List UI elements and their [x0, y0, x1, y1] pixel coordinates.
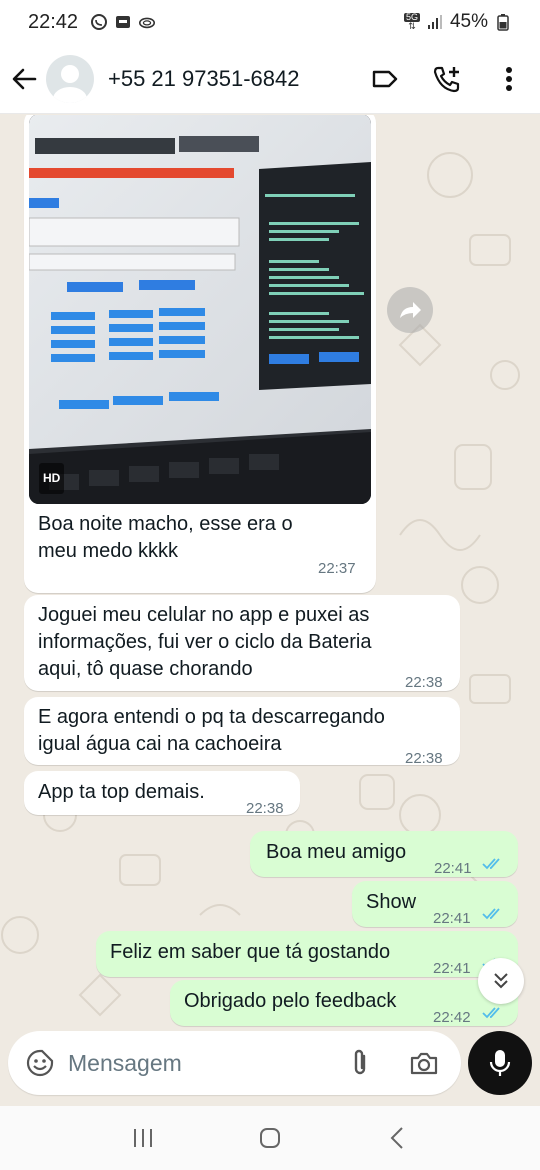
more-vertical-icon[interactable]: [478, 54, 540, 104]
battery-percent: 45%: [449, 11, 488, 32]
message-composer: [8, 1031, 461, 1095]
chat-header: +55 21 97351-6842: [0, 44, 540, 114]
back-arrow-icon[interactable]: [10, 65, 38, 93]
read-ticks-icon: [482, 1007, 500, 1019]
chat-area[interactable]: HD Boa noite macho, esse era o meu medo …: [0, 115, 540, 1035]
battery-icon: [494, 13, 512, 31]
message-input[interactable]: [68, 1049, 338, 1077]
message-time: 22:38: [405, 750, 443, 767]
message-bubble-outgoing[interactable]: Show 22:41: [352, 881, 518, 927]
read-ticks-icon: [482, 858, 500, 870]
message-bubble[interactable]: App ta top demais. 22:38: [24, 771, 300, 817]
message-text: Boa noite macho, esse era o meu medo kkk…: [38, 513, 293, 562]
cloud-status-icon: [138, 13, 156, 31]
microphone-icon: [489, 1050, 511, 1076]
sim-card-icon: [114, 13, 132, 31]
message-time: 22:38: [405, 674, 443, 691]
avatar[interactable]: [46, 54, 94, 103]
message-bubble[interactable]: E agora entendi o pq ta descarregando ig…: [24, 697, 460, 767]
contact-name[interactable]: +55 21 97351-6842: [108, 66, 299, 92]
scroll-down-button[interactable]: [478, 958, 524, 1004]
recent-apps-icon[interactable]: [113, 1113, 173, 1163]
status-time: 22:42: [28, 10, 79, 33]
photo-message[interactable]: HD Boa noite macho, esse era o meu medo …: [24, 115, 376, 593]
sticker-emoji-icon[interactable]: [12, 1035, 68, 1091]
message-text: Feliz em saber que tá gostando: [110, 941, 391, 963]
back-nav-icon[interactable]: [367, 1113, 427, 1163]
read-ticks-icon: [482, 908, 500, 920]
paperclip-icon[interactable]: [338, 1041, 382, 1085]
message-time: 22:38: [246, 800, 284, 817]
message-text: App ta top demais.: [38, 781, 205, 803]
message-bubble-outgoing[interactable]: Feliz em saber que tá gostando 22:41: [96, 931, 518, 977]
network-5g-icon: 5G ⇅: [403, 12, 420, 31]
message-time: 22:37: [318, 560, 356, 577]
photo-laptop-screen: [29, 115, 371, 504]
message-text: Obrigado pelo feedback: [184, 990, 397, 1012]
hd-badge: HD: [39, 463, 65, 494]
message-bubble[interactable]: Joguei meu celular no app e puxei as inf…: [24, 595, 460, 691]
signal-icon: [426, 13, 444, 31]
microphone-button[interactable]: [468, 1031, 532, 1095]
message-bubble-outgoing[interactable]: Obrigado pelo feedback 22:42: [170, 980, 518, 1026]
message-time: 22:41: [433, 960, 471, 977]
message-bubble-outgoing[interactable]: Boa meu amigo 22:41: [250, 831, 518, 877]
add-call-icon[interactable]: [416, 54, 478, 104]
message-text: Boa meu amigo: [266, 841, 407, 863]
message-text: Show: [366, 891, 417, 913]
label-tag-icon[interactable]: [354, 54, 416, 104]
double-chevron-down-icon: [494, 973, 508, 989]
message-time: 22:41: [433, 910, 471, 927]
system-navigation-bar: [0, 1106, 540, 1170]
message-text: E agora entendi o pq ta descarregando ig…: [38, 706, 385, 755]
message-text: Joguei meu celular no app e puxei as inf…: [38, 604, 372, 680]
forward-icon[interactable]: [387, 287, 433, 333]
camera-icon[interactable]: [402, 1041, 446, 1085]
home-icon[interactable]: [240, 1113, 300, 1163]
message-time: 22:42: [433, 1009, 471, 1026]
whatsapp-status-icon: [90, 13, 108, 31]
status-bar: 22:42 5G ⇅ 45%: [0, 0, 540, 44]
attached-photo[interactable]: HD: [29, 115, 371, 504]
message-time: 22:41: [434, 860, 472, 877]
